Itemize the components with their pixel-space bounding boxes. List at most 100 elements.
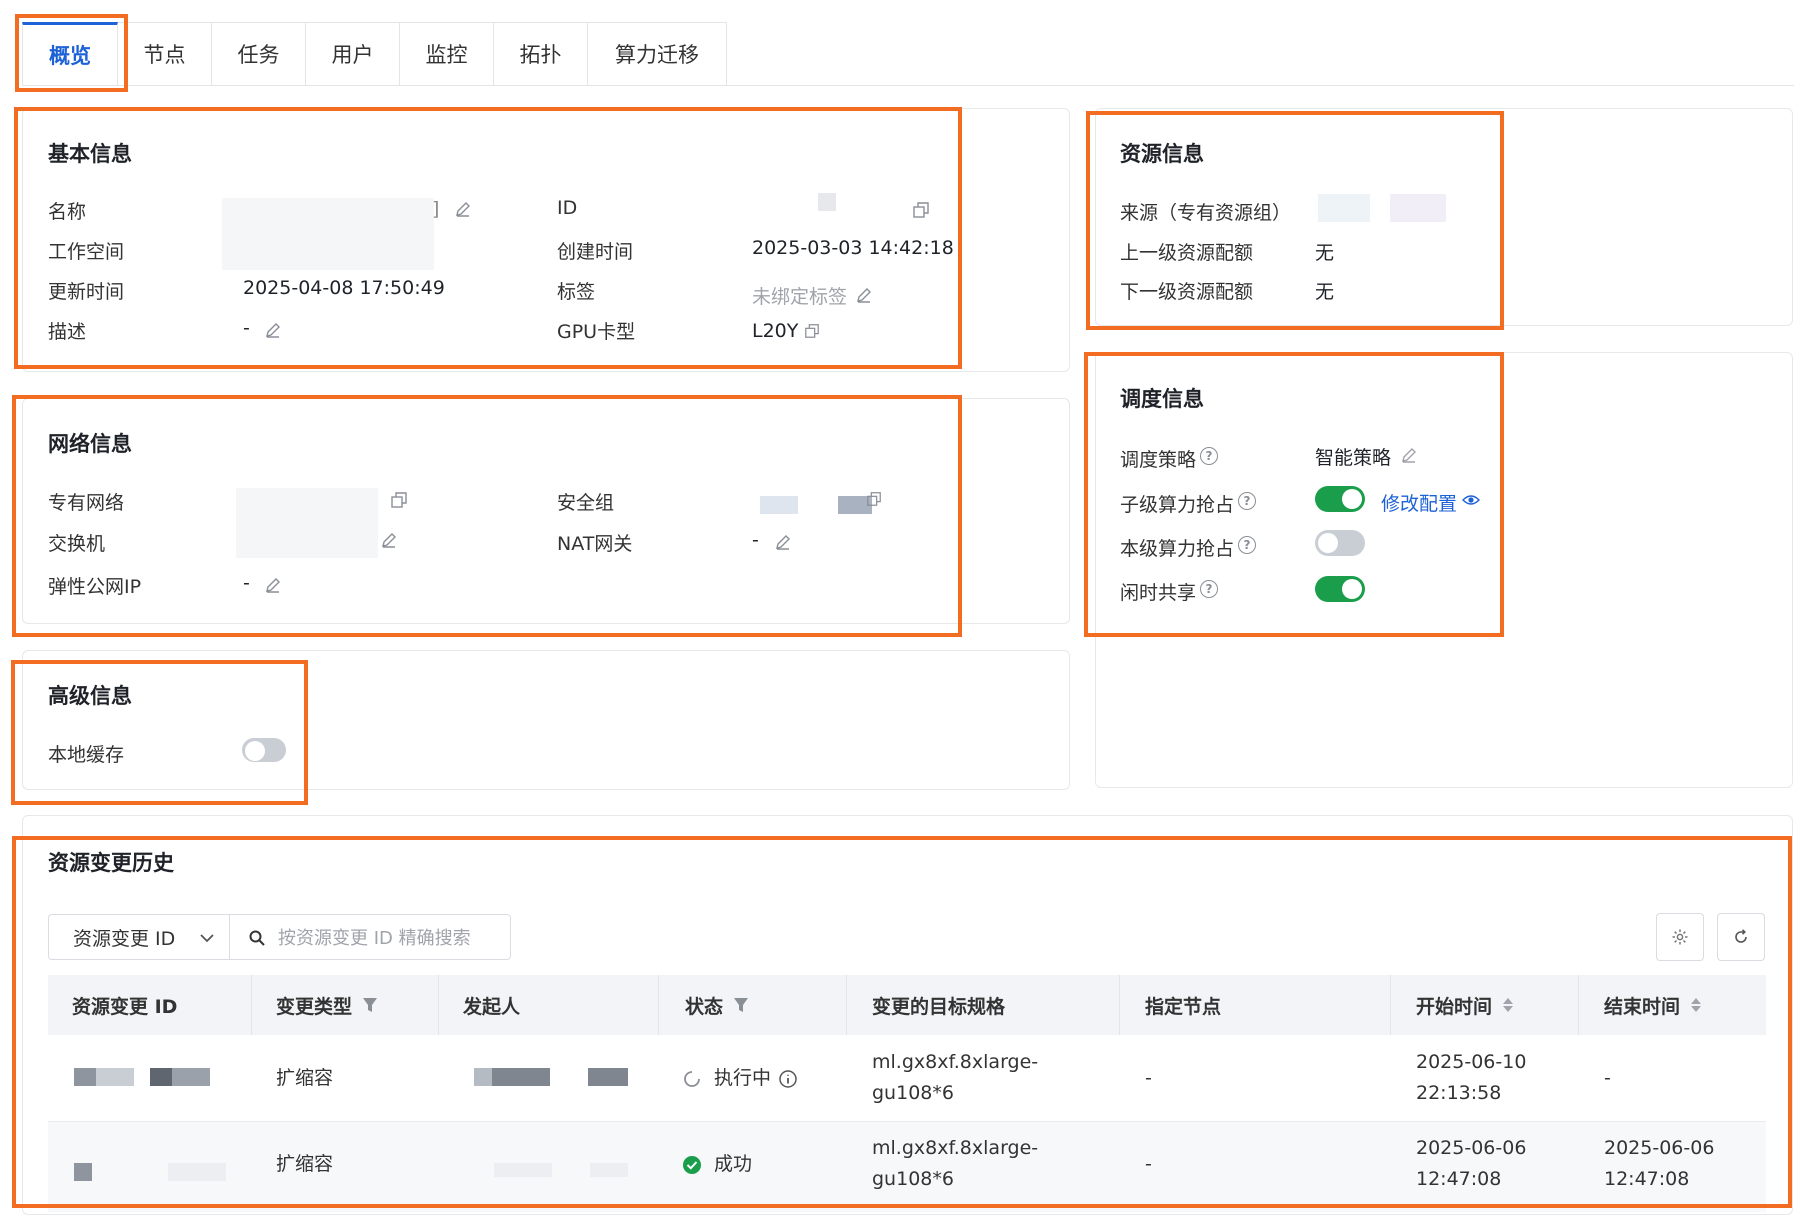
- filter-type-icon[interactable]: [362, 996, 378, 1014]
- col-divider: [1119, 975, 1120, 1035]
- change-id-redacted: [74, 1163, 92, 1181]
- idle-share-label: 闲时共享: [1120, 582, 1197, 604]
- refresh-button[interactable]: [1717, 913, 1765, 961]
- change-id-redacted: [96, 1068, 134, 1086]
- child-preempt-label: 子级算力抢占: [1120, 494, 1235, 516]
- sort-start-icon[interactable]: [1502, 996, 1514, 1014]
- initiator-redacted: [588, 1068, 628, 1086]
- security-group-redacted-1: [760, 496, 798, 514]
- change-type: 扩缩容: [276, 1153, 334, 1175]
- eip-value: -: [243, 572, 250, 594]
- edit-desc-icon[interactable]: [264, 321, 282, 339]
- tab-compute-migration[interactable]: 算力迁移: [588, 22, 727, 86]
- search-icon: [248, 929, 266, 947]
- col-change-id: 资源变更 ID: [72, 995, 178, 1018]
- workspace-label: 工作空间: [48, 241, 125, 263]
- settings-button[interactable]: [1656, 913, 1704, 961]
- search-input[interactable]: 按资源变更 ID 精确搜索: [229, 914, 511, 960]
- name-suffix: ]: [432, 198, 440, 220]
- parent-quota-label: 上一级资源配额: [1120, 242, 1254, 264]
- start-time-date: 2025-06-06: [1416, 1137, 1527, 1159]
- filter-field-value: 资源变更 ID: [73, 927, 176, 950]
- nat-value: -: [752, 529, 759, 551]
- node-value: -: [1145, 1067, 1152, 1089]
- edit-eip-icon[interactable]: [264, 576, 282, 594]
- vpc-label: 专有网络: [48, 492, 125, 514]
- tab-nodes[interactable]: 节点: [118, 22, 212, 86]
- col-start-time-label: 开始时间: [1416, 995, 1493, 1018]
- gear-icon: [1671, 928, 1689, 946]
- col-start-time: 开始时间: [1416, 975, 1514, 1035]
- col-status-label: 状态: [685, 995, 724, 1018]
- edit-nat-icon[interactable]: [774, 533, 792, 551]
- copy-security-group-icon[interactable]: [866, 491, 882, 507]
- source-redacted-1: [1318, 194, 1370, 222]
- self-preempt-toggle[interactable]: [1315, 530, 1365, 556]
- col-end-time-label: 结束时间: [1604, 995, 1681, 1018]
- tab-topology[interactable]: 拓扑: [494, 22, 588, 86]
- initiator-redacted: [590, 1163, 628, 1177]
- source-redacted-2: [1390, 194, 1446, 222]
- child-preempt-toggle[interactable]: [1315, 486, 1365, 512]
- success-check-icon: [682, 1155, 702, 1175]
- local-cache-toggle[interactable]: [242, 738, 286, 762]
- name-label: 名称: [48, 201, 87, 223]
- policy-help-icon[interactable]: ?: [1200, 447, 1218, 465]
- filter-status-icon[interactable]: [733, 996, 749, 1014]
- schedule-info-card: [1095, 352, 1793, 788]
- edit-name-icon[interactable]: [454, 200, 472, 218]
- copy-gpu-icon[interactable]: [804, 323, 820, 339]
- advanced-info-card: [22, 650, 1070, 790]
- tab-users[interactable]: 用户: [306, 22, 400, 86]
- status-text: 执行中: [714, 1067, 772, 1089]
- source-label: 来源（专有资源组）: [1120, 202, 1292, 224]
- created-value: 2025-03-03 14:42:18: [752, 237, 954, 259]
- target-spec-line2: gu108*6: [872, 1082, 954, 1104]
- local-cache-label: 本地缓存: [48, 744, 125, 766]
- tag-value: 未绑定标签: [752, 286, 848, 308]
- col-divider: [846, 975, 847, 1035]
- edit-tag-icon[interactable]: [855, 286, 873, 304]
- child-quota-label: 下一级资源配额: [1120, 281, 1254, 303]
- network-info-card: [22, 398, 1070, 624]
- self-preempt-help-icon[interactable]: ?: [1238, 536, 1256, 554]
- created-label: 创建时间: [557, 241, 634, 263]
- node-value: -: [1145, 1153, 1152, 1175]
- eye-icon[interactable]: [1462, 491, 1480, 509]
- sort-end-icon[interactable]: [1690, 996, 1702, 1014]
- col-target-spec: 变更的目标规格: [872, 995, 1006, 1018]
- idle-share-help-icon[interactable]: ?: [1200, 580, 1218, 598]
- security-group-label: 安全组: [557, 492, 615, 514]
- edit-policy-icon[interactable]: [1400, 446, 1418, 464]
- filter-field-select[interactable]: 资源变更 ID: [48, 914, 230, 960]
- col-divider: [658, 975, 659, 1035]
- idle-share-toggle[interactable]: [1315, 576, 1365, 602]
- vswitch-label: 交换机: [48, 533, 106, 555]
- copy-id-icon[interactable]: [912, 201, 930, 219]
- copy-vpc-icon[interactable]: [390, 491, 408, 509]
- vpc-vswitch-redacted: [236, 488, 378, 558]
- schedule-info-title: 调度信息: [1120, 387, 1204, 411]
- tab-overview[interactable]: 概览: [22, 22, 118, 86]
- network-info-title: 网络信息: [48, 432, 132, 456]
- basic-info-title: 基本信息: [48, 142, 132, 166]
- target-spec-line2: gu108*6: [872, 1168, 954, 1190]
- change-id-redacted: [150, 1068, 172, 1086]
- tab-monitor[interactable]: 监控: [400, 22, 494, 86]
- tab-bar: 概览 节点 任务 用户 监控 拓扑 算力迁移: [22, 22, 727, 86]
- id-redacted: [818, 193, 836, 211]
- resource-info-title: 资源信息: [1120, 142, 1204, 166]
- status-text: 成功: [714, 1153, 753, 1175]
- child-preempt-help-icon[interactable]: ?: [1238, 492, 1256, 510]
- col-change-type: 变更类型: [276, 975, 378, 1035]
- col-change-type-label: 变更类型: [276, 995, 353, 1018]
- end-time-date: 2025-06-06: [1604, 1137, 1715, 1159]
- initiator-redacted: [474, 1068, 492, 1086]
- updated-label: 更新时间: [48, 281, 125, 303]
- modify-config-link[interactable]: 修改配置: [1381, 489, 1457, 516]
- edit-vswitch-icon[interactable]: [380, 531, 398, 549]
- col-node: 指定节点: [1145, 995, 1222, 1018]
- tab-tasks[interactable]: 任务: [212, 22, 306, 86]
- info-icon[interactable]: [778, 1069, 798, 1089]
- initiator-redacted: [492, 1068, 550, 1086]
